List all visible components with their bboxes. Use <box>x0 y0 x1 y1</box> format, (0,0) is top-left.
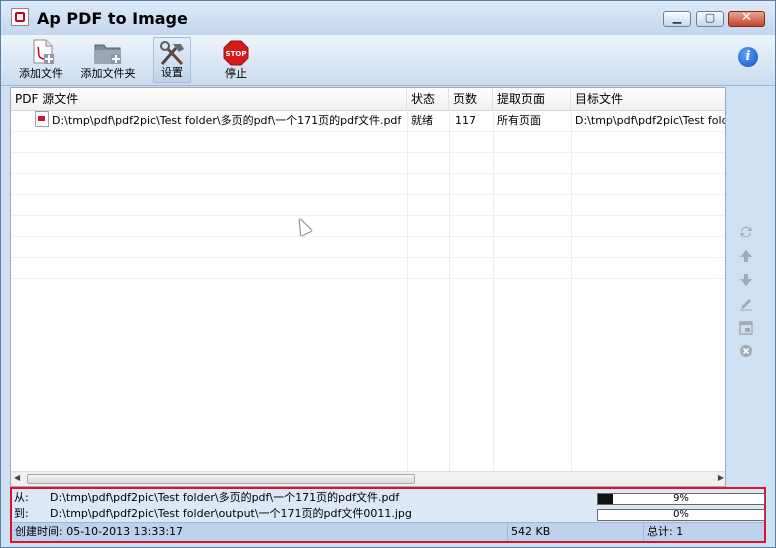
add-folder-button[interactable]: 添加文件夹 <box>78 37 138 83</box>
row-extract-cell: 所有页面 <box>497 114 541 127</box>
column-divider <box>571 110 572 472</box>
row-divider <box>11 236 725 237</box>
column-divider <box>493 110 494 472</box>
file-list[interactable]: PDF 源文件 状态 页数 提取页面 目标文件 D:\tmp\pdf\pdf2p… <box>10 87 726 487</box>
list-header: PDF 源文件 状态 页数 提取页面 目标文件 <box>11 88 725 111</box>
minimize-icon: ▁ <box>672 11 682 24</box>
settings-button[interactable]: 设置 <box>153 37 191 83</box>
refresh-icon <box>740 226 752 238</box>
status-total: 总计: 1 <box>647 525 684 538</box>
move-up-button[interactable] <box>739 249 753 263</box>
window-title: Ap PDF to Image <box>37 9 188 28</box>
column-divider <box>407 110 408 472</box>
to-label: 到: <box>14 507 29 520</box>
stop-label: 停止 <box>225 67 247 80</box>
close-icon: ✕ <box>741 10 752 25</box>
arrow-up-icon <box>740 250 752 262</box>
stop-sign-text: STOP <box>226 50 247 58</box>
to-progress-bar: 0% <box>597 509 765 521</box>
maximize-button[interactable]: ▢ <box>696 11 724 27</box>
edit-button[interactable] <box>739 297 753 311</box>
from-progress-text: 9% <box>673 493 689 504</box>
column-header-pages[interactable]: 页数 <box>449 88 493 110</box>
pencil-icon <box>740 299 752 311</box>
row-pages-cell: 117 <box>455 114 476 127</box>
move-down-button[interactable] <box>739 273 753 287</box>
column-header-source[interactable]: PDF 源文件 <box>11 88 407 110</box>
scrollbar-thumb[interactable] <box>27 474 415 484</box>
row-divider <box>11 215 725 216</box>
horizontal-scrollbar[interactable]: ◀ ▶ <box>11 471 725 486</box>
row-divider <box>11 194 725 195</box>
status-bar: 创建时间: 05-10-2013 13:33:17 542 KB 总计: 1 <box>12 522 764 541</box>
add-file-icon <box>33 39 54 64</box>
to-row: 到: D:\tmp\pdf\pdf2pic\Test folder\output\… <box>14 506 412 522</box>
to-progress-text: 0% <box>673 509 689 520</box>
app-window: Ap PDF to Image ▁ ▢ ✕ 添加文件 添加文件夹 设置 STOP… <box>0 0 776 548</box>
row-source-text: D:\tmp\pdf\pdf2pic\Test folder\多页的pdf\一个… <box>52 114 402 127</box>
add-file-label: 添加文件 <box>19 67 63 80</box>
row-divider <box>11 152 725 153</box>
close-button[interactable]: ✕ <box>728 10 765 27</box>
row-source-cell: D:\tmp\pdf\pdf2pic\Test folder\多页的pdf\一个… <box>31 110 407 131</box>
from-progress-bar: 9% <box>597 493 765 505</box>
row-divider <box>11 131 725 132</box>
add-folder-icon <box>94 44 121 64</box>
add-file-button[interactable]: 添加文件 <box>13 37 69 83</box>
table-row[interactable]: D:\tmp\pdf\pdf2pic\Test folder\多页的pdf\一个… <box>11 110 725 131</box>
row-divider <box>11 173 725 174</box>
info-icon[interactable]: i <box>738 47 758 67</box>
stop-icon: STOP <box>223 40 249 66</box>
remove-icon <box>740 345 752 357</box>
status-created: 创建时间: 05-10-2013 13:33:17 <box>12 523 508 541</box>
to-path: D:\tmp\pdf\pdf2pic\Test folder\output\一个… <box>50 507 412 520</box>
row-target-cell: D:\tmp\pdf\pdf2pic\Test folder\ <box>575 114 725 127</box>
from-row: 从: D:\tmp\pdf\pdf2pic\Test folder\多页的pdf\… <box>14 490 399 506</box>
row-status-cell: 就绪 <box>411 114 433 127</box>
from-path: D:\tmp\pdf\pdf2pic\Test folder\多页的pdf\一个… <box>50 491 400 504</box>
pdf-file-icon <box>35 111 49 127</box>
column-header-extract[interactable]: 提取页面 <box>493 88 571 110</box>
remove-button[interactable] <box>739 344 753 358</box>
scroll-left-icon[interactable]: ◀ <box>14 473 20 482</box>
app-logo-icon <box>11 8 29 26</box>
add-folder-label: 添加文件夹 <box>80 67 136 80</box>
title-bar[interactable]: Ap PDF to Image ▁ ▢ ✕ <box>1 1 775 35</box>
toolbar: 添加文件 添加文件夹 设置 STOP 停止 <box>1 35 775 86</box>
progress-panel: 从: D:\tmp\pdf\pdf2pic\Test folder\多页的pdf\… <box>10 487 766 543</box>
view-button[interactable] <box>739 321 753 335</box>
column-header-status[interactable]: 状态 <box>407 88 449 110</box>
scroll-right-icon[interactable]: ▶ <box>718 473 724 482</box>
from-label: 从: <box>14 491 29 504</box>
column-divider <box>449 110 450 472</box>
status-size: 542 KB <box>508 523 644 541</box>
row-divider <box>11 257 725 258</box>
maximize-icon: ▢ <box>704 11 716 24</box>
settings-label: 设置 <box>161 66 183 79</box>
column-header-target[interactable]: 目标文件 <box>571 88 725 110</box>
stop-button[interactable]: STOP 停止 <box>218 37 254 83</box>
window-icon <box>739 321 753 335</box>
minimize-button[interactable]: ▁ <box>663 11 691 27</box>
refresh-button[interactable] <box>739 225 753 239</box>
arrow-down-icon <box>740 274 752 286</box>
row-divider <box>11 278 725 279</box>
